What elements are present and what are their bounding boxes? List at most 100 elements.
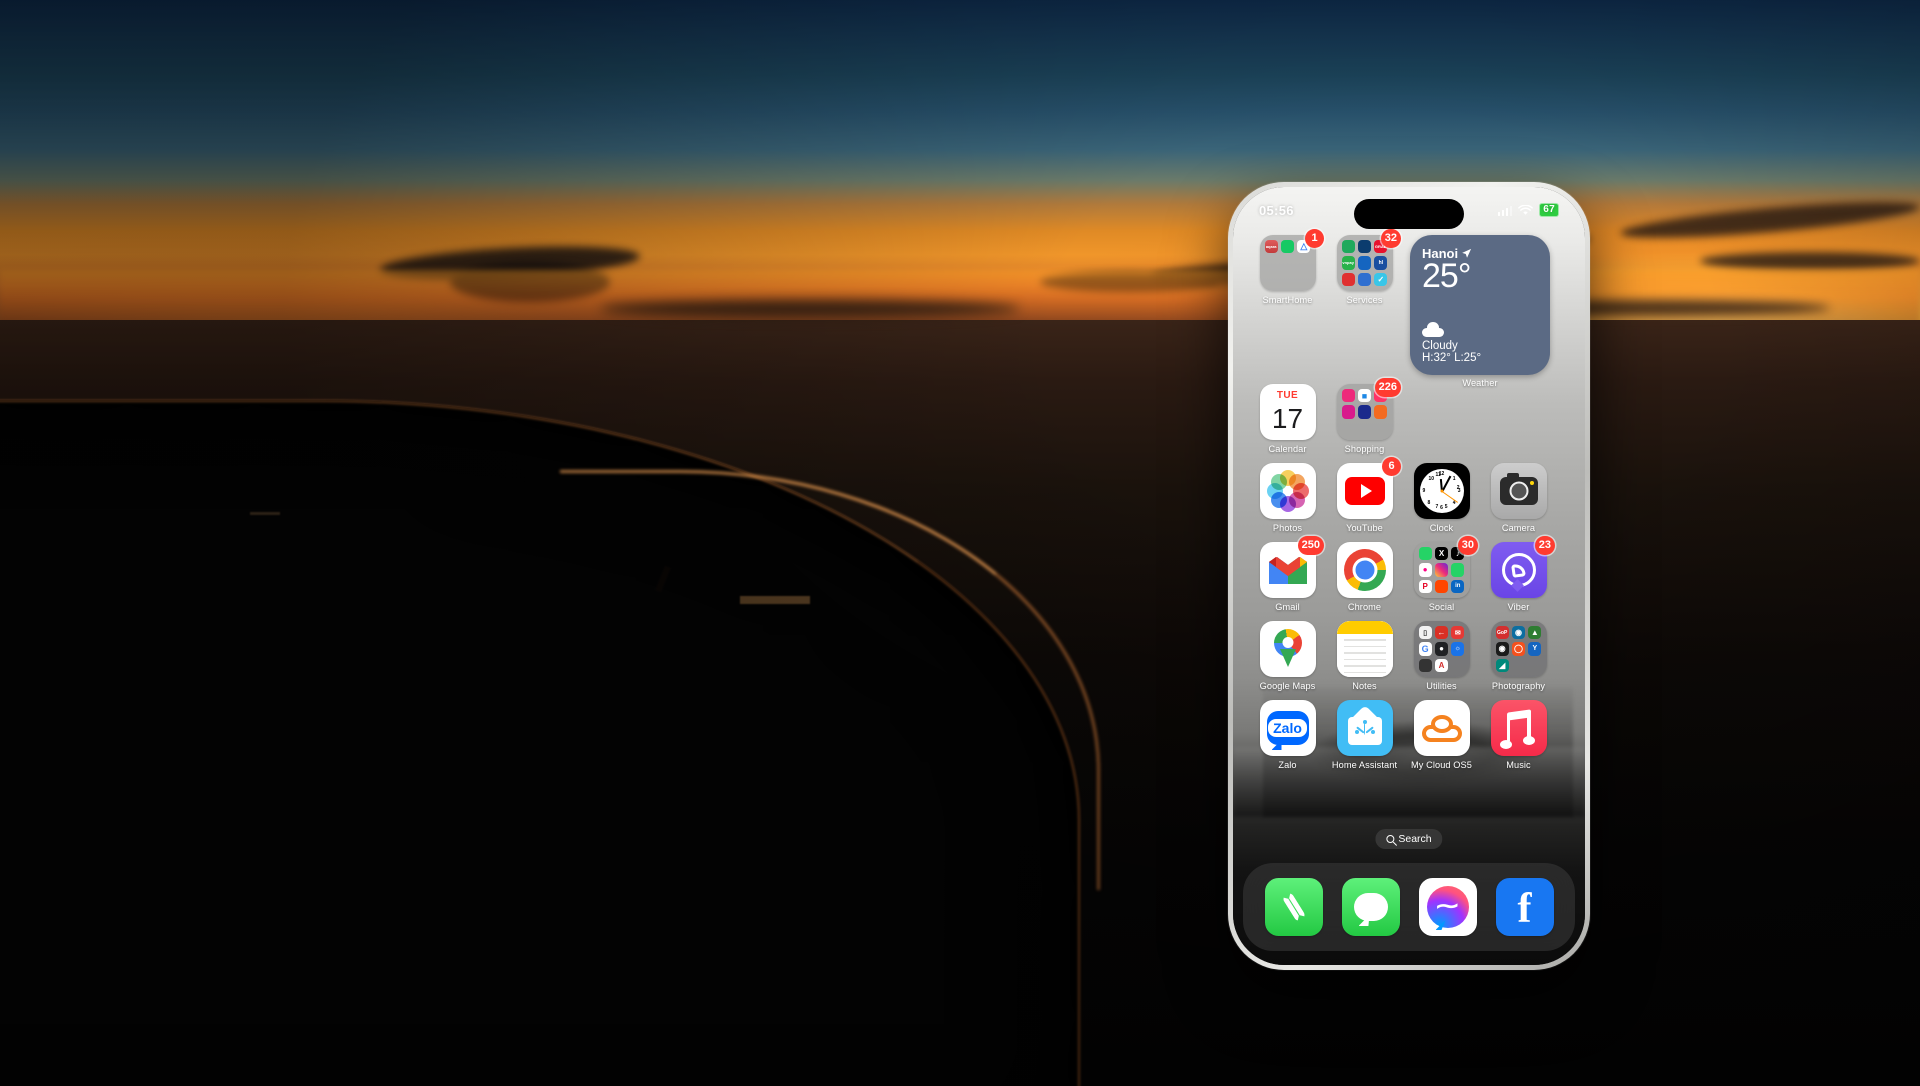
mini-app-icon: aqara (1264, 240, 1278, 254)
pinwheel-shape (1266, 470, 1309, 512)
app-label: Shopping (1344, 444, 1385, 454)
notification-badge: 23 (1534, 536, 1555, 555)
app-home-assistant[interactable]: Home Assistant (1326, 700, 1403, 770)
dock-app-messages[interactable] (1341, 878, 1400, 936)
search-icon (1386, 835, 1395, 843)
weather-condition: Cloudy (1422, 340, 1458, 352)
app-camera[interactable]: Camera (1480, 463, 1557, 533)
app-calendar[interactable]: TUE 17 Calendar (1249, 384, 1326, 454)
app-label: Chrome (1347, 602, 1382, 612)
clock-icon[interactable]: 12 3 6 9 10 11 1 2 4 5 7 8 (1413, 463, 1470, 519)
messenger-icon: ∼ (1426, 886, 1469, 928)
photos-icon[interactable] (1259, 463, 1316, 519)
app-clock[interactable]: 12 3 6 9 10 11 1 2 4 5 7 8 Clock (1403, 463, 1480, 533)
mini-app-icon: ■ (1357, 389, 1372, 403)
weather-temperature: 25° (1422, 257, 1471, 295)
mini-app-icon (1434, 579, 1449, 593)
my-cloud-icon[interactable] (1413, 700, 1470, 756)
wifi-icon (1518, 204, 1534, 215)
camera-icon[interactable] (1490, 463, 1547, 519)
music-icon[interactable] (1490, 700, 1547, 756)
mini-app-icon (1280, 240, 1295, 254)
mini-app-icon: ✉ (1451, 626, 1465, 640)
home-assistant-icon[interactable] (1336, 700, 1393, 756)
notification-badge: 32 (1380, 229, 1401, 248)
dock-app-facebook[interactable]: f (1495, 878, 1554, 936)
app-my-cloud-os5[interactable]: My Cloud OS5 (1403, 700, 1480, 770)
mini-app-icon: A (1434, 658, 1449, 672)
google-maps-icon[interactable] (1259, 621, 1316, 677)
zalo-bubble: Zalo (1266, 711, 1309, 745)
mini-app-icon (1357, 405, 1372, 419)
search-button[interactable]: Search (1375, 829, 1443, 849)
dock-app-phone[interactable] (1264, 878, 1323, 936)
chrome-icon[interactable] (1336, 542, 1393, 598)
app-row: Zalo Zalo Home Assistant My Cloud OS5 Mu… (1249, 700, 1569, 770)
mini-app-icon: P (1418, 579, 1432, 593)
seat-seam (250, 512, 280, 515)
mini-app-icon: ◉ (1511, 626, 1526, 640)
app-shopping[interactable]: ■ 226 Shopping (1326, 378, 1403, 454)
calendar-day: 17 (1271, 402, 1304, 434)
app-chrome[interactable]: Chrome (1326, 542, 1403, 612)
mini-app-icon: ← (1434, 626, 1449, 640)
weather-widget-body[interactable]: Hanoi 25° Cloudy H:32° L:25° (1410, 235, 1550, 375)
folder-icon[interactable]: ▯ ← ✉ G ● ☼ A (1413, 621, 1470, 677)
status-bar-time: 05:56 (1259, 202, 1294, 218)
app-notes[interactable]: Notes (1326, 621, 1403, 691)
zalo-icon[interactable]: Zalo (1259, 700, 1316, 756)
seat-seam (740, 596, 810, 604)
widget-weather[interactable]: Hanoi 25° Cloudy H:32° L:25° (1403, 235, 1557, 375)
cloud-shape (600, 300, 1020, 318)
calendar-icon[interactable]: TUE 17 (1259, 384, 1316, 440)
dynamic-island (1354, 199, 1464, 229)
folder-icon[interactable]: GoP ◉ ▲ ◉ ◯ Y ◢ (1490, 621, 1547, 677)
cloud-icon (1422, 322, 1444, 337)
app-label: Clock (1429, 523, 1454, 533)
app-label: Photos (1272, 523, 1303, 533)
app-photos[interactable]: Photos (1249, 463, 1326, 533)
notification-badge: 1 (1305, 229, 1324, 248)
app-viber[interactable]: 23 Viber (1480, 536, 1557, 612)
camera-body (1499, 473, 1538, 505)
dock-app-messenger[interactable]: ∼ (1418, 878, 1477, 936)
mini-app-icon: ● (1418, 563, 1432, 577)
dock: ∼ f (1243, 863, 1575, 951)
mini-app-icon: ▯ (1418, 626, 1432, 640)
app-smarthome[interactable]: aqara △ 1 SmartHome (1249, 229, 1326, 305)
mini-app-icon (1357, 256, 1372, 270)
mini-app-icon: ✓ (1374, 272, 1388, 286)
notes-paper (1336, 621, 1393, 677)
iphone-screen[interactable]: 05:56 67 aqara △ 1 SmartHome GRAB vnpay … (1233, 187, 1585, 965)
app-label: Home Assistant (1331, 760, 1398, 770)
cloud-shape (1700, 252, 1920, 270)
youtube-play-box (1344, 477, 1385, 505)
message-bubble-icon (1353, 893, 1388, 921)
clock-face: 12 3 6 9 10 11 1 2 4 5 7 8 (1419, 469, 1464, 513)
facebook-f-icon: f (1517, 886, 1532, 932)
mini-app-icon: GoP (1495, 626, 1509, 640)
app-label: SmartHome (1262, 295, 1313, 305)
notification-badge: 250 (1297, 536, 1324, 555)
app-social[interactable]: X ♪ ● P in 30 Social (1403, 536, 1480, 612)
app-label: Zalo (1278, 760, 1297, 770)
app-services[interactable]: GRAB vnpay hl ✓ 32 Services (1326, 229, 1403, 305)
app-label: Notes (1352, 681, 1377, 691)
mini-app-icon (1374, 405, 1388, 419)
notes-icon[interactable] (1336, 621, 1393, 677)
app-photography[interactable]: GoP ◉ ▲ ◉ ◯ Y ◢ Photography (1480, 621, 1557, 691)
app-google-maps[interactable]: Google Maps (1249, 621, 1326, 691)
app-label: Camera (1501, 523, 1536, 533)
mini-app-icon: ☼ (1451, 642, 1465, 656)
app-gmail[interactable]: 250 Gmail (1249, 536, 1326, 612)
app-label: Photography (1491, 681, 1546, 691)
cloud-outline-shape (1421, 714, 1462, 742)
mini-app-icon: ◯ (1511, 642, 1526, 656)
app-utilities[interactable]: ▯ ← ✉ G ● ☼ A Utilities (1403, 621, 1480, 691)
mini-app-icon: Y (1528, 642, 1542, 656)
app-youtube[interactable]: 6 YouTube (1326, 457, 1403, 533)
app-music[interactable]: Music (1480, 700, 1557, 770)
home-assistant-house (1347, 711, 1382, 745)
mini-app-icon: X (1434, 547, 1449, 561)
app-zalo[interactable]: Zalo Zalo (1249, 700, 1326, 770)
